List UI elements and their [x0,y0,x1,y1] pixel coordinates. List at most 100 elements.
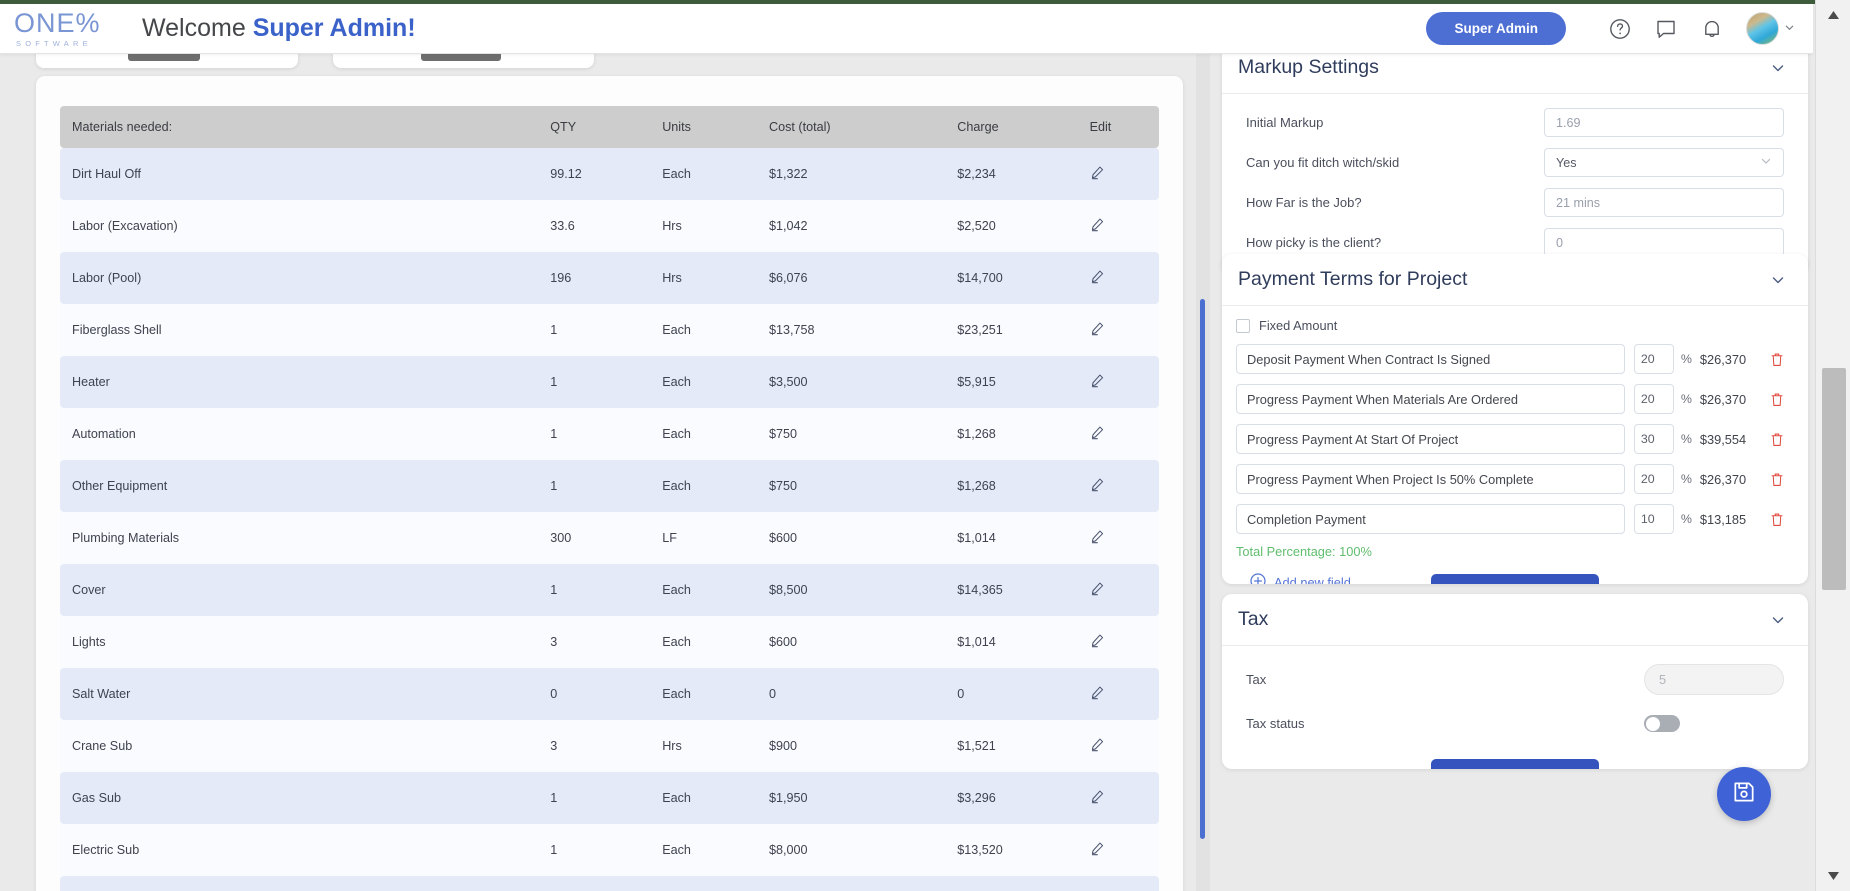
trash-icon[interactable] [1770,432,1784,447]
edit-pencil-icon[interactable] [1090,165,1105,183]
table-row[interactable]: Automation1Each$750$1,268 [60,408,1159,460]
field-label: Initial Markup [1246,115,1544,130]
payment-term-name-input[interactable] [1236,464,1625,494]
table-row[interactable]: Heater1Each$3,500$5,915 [60,356,1159,408]
payment-term-percent-input[interactable] [1634,504,1674,534]
edit-pencil-icon[interactable] [1090,217,1105,235]
fixed-amount-label: Fixed Amount [1259,318,1337,333]
avatar-menu[interactable] [1746,12,1795,45]
save-fab-button[interactable] [1717,767,1771,821]
tax-header[interactable]: Tax [1222,594,1808,646]
table-row[interactable]: Salt Water0Each00 [60,668,1159,720]
cell-material-name: Heater [60,356,538,408]
payment-term-name-input[interactable] [1236,504,1625,534]
app-logo[interactable]: ONE% SOFTWARE [0,10,128,48]
how-far-input[interactable] [1544,188,1784,217]
table-row[interactable]: Labor (Excavation)33.6Hrs$1,042$2,520 [60,200,1159,252]
initial-markup-input[interactable] [1544,108,1784,137]
edit-pencil-icon[interactable] [1090,373,1105,391]
column-header-qty[interactable]: QTY [538,106,650,148]
table-row[interactable]: Cover1Each$8,500$14,365 [60,564,1159,616]
payment-term-name-input[interactable] [1236,344,1625,374]
payment-terms-header[interactable]: Payment Terms for Project [1222,254,1808,306]
edit-pencil-icon[interactable] [1090,581,1105,599]
total-percentage: Total Percentage: 100% [1236,544,1784,559]
partial-card-2[interactable] [333,54,594,68]
materials-scrollbar-thumb[interactable] [1200,299,1205,839]
edit-pencil-icon[interactable] [1090,789,1105,807]
table-row[interactable]: Equipment Hook Up & Cleaning Sub1Each$4,… [60,876,1159,891]
payment-terms-save-button[interactable] [1431,574,1599,584]
column-header-materials[interactable]: Materials needed: [60,106,538,148]
edit-pencil-icon[interactable] [1090,685,1105,703]
cell-units: Each [650,772,757,824]
tax-save-button[interactable] [1431,759,1599,769]
edit-pencil-icon[interactable] [1090,269,1105,287]
table-row[interactable]: Crane Sub3Hrs$900$1,521 [60,720,1159,772]
payment-terms-card: Payment Terms for Project Fixed Amount %… [1222,254,1808,584]
cell-charge: $1,268 [945,460,1077,512]
table-row[interactable]: Gas Sub1Each$1,950$3,296 [60,772,1159,824]
column-header-charge[interactable]: Charge [945,106,1077,148]
payment-term-name-input[interactable] [1236,384,1625,414]
page-scrollbar[interactable] [1815,0,1850,891]
cell-charge: $5,915 [945,356,1077,408]
table-row[interactable]: Lights3Each$600$1,014 [60,616,1159,668]
payment-term-percent-input[interactable] [1634,464,1674,494]
edit-pencil-icon[interactable] [1090,529,1105,547]
payment-term-name-input[interactable] [1236,424,1625,454]
edit-pencil-icon[interactable] [1090,425,1105,443]
cell-qty: 1 [538,772,650,824]
table-row[interactable]: Other Equipment1Each$750$1,268 [60,460,1159,512]
payment-terms-rows: %$26,370%$26,370%$39,554%$26,370%$13,185 [1236,344,1784,534]
column-header-cost[interactable]: Cost (total) [757,106,945,148]
cell-qty: 33.6 [538,200,650,252]
markup-settings-header[interactable]: Markup Settings [1222,54,1808,94]
chevron-down-icon[interactable] [1770,612,1786,628]
fixed-amount-checkbox[interactable] [1236,319,1250,333]
column-header-edit[interactable]: Edit [1078,106,1159,148]
payment-term-amount: $26,370 [1700,352,1761,367]
edit-pencil-icon[interactable] [1090,841,1105,859]
tax-input[interactable] [1644,664,1784,695]
help-icon[interactable] [1608,17,1632,41]
chevron-down-icon[interactable] [1770,272,1786,288]
table-row[interactable]: Plumbing Materials300LF$600$1,014 [60,512,1159,564]
edit-pencil-icon[interactable] [1090,633,1105,651]
bell-icon[interactable] [1700,17,1724,41]
table-row[interactable]: Labor (Pool)196Hrs$6,076$14,700 [60,252,1159,304]
cell-cost: $6,076 [757,252,945,304]
how-picky-input[interactable] [1544,228,1784,257]
cell-material-name: Plumbing Materials [60,512,538,564]
column-header-units[interactable]: Units [650,106,757,148]
chat-icon[interactable] [1654,17,1678,41]
scrollbar-down-arrow[interactable] [1816,865,1850,887]
table-row[interactable]: Fiberglass Shell1Each$13,758$23,251 [60,304,1159,356]
trash-icon[interactable] [1770,392,1784,407]
ditch-witch-select[interactable]: Yes [1544,148,1784,177]
table-row[interactable]: Electric Sub1Each$8,000$13,520 [60,824,1159,876]
scrollbar-up-arrow[interactable] [1816,4,1850,26]
cell-qty: 1 [538,460,650,512]
payment-term-percent-input[interactable] [1634,424,1674,454]
table-row[interactable]: Dirt Haul Off99.12Each$1,322$2,234 [60,148,1159,200]
trash-icon[interactable] [1770,352,1784,367]
markup-settings-card: Markup Settings Initial Markup Can you f… [1222,54,1808,274]
payment-term-percent-input[interactable] [1634,344,1674,374]
cell-cost: $600 [757,512,945,564]
tax-body: Tax Tax status [1222,646,1808,732]
cell-edit [1078,824,1159,876]
cell-qty: 3 [538,616,650,668]
payment-term-percent-input[interactable] [1634,384,1674,414]
partial-card-1[interactable] [36,54,298,68]
edit-pencil-icon[interactable] [1090,477,1105,495]
tax-status-toggle[interactable] [1644,715,1680,732]
edit-pencil-icon[interactable] [1090,737,1105,755]
scrollbar-thumb[interactable] [1822,368,1846,590]
edit-pencil-icon[interactable] [1090,321,1105,339]
cell-edit [1078,720,1159,772]
super-admin-button[interactable]: Super Admin [1426,12,1566,45]
chevron-down-icon[interactable] [1770,60,1786,76]
trash-icon[interactable] [1770,472,1784,487]
trash-icon[interactable] [1770,512,1784,527]
